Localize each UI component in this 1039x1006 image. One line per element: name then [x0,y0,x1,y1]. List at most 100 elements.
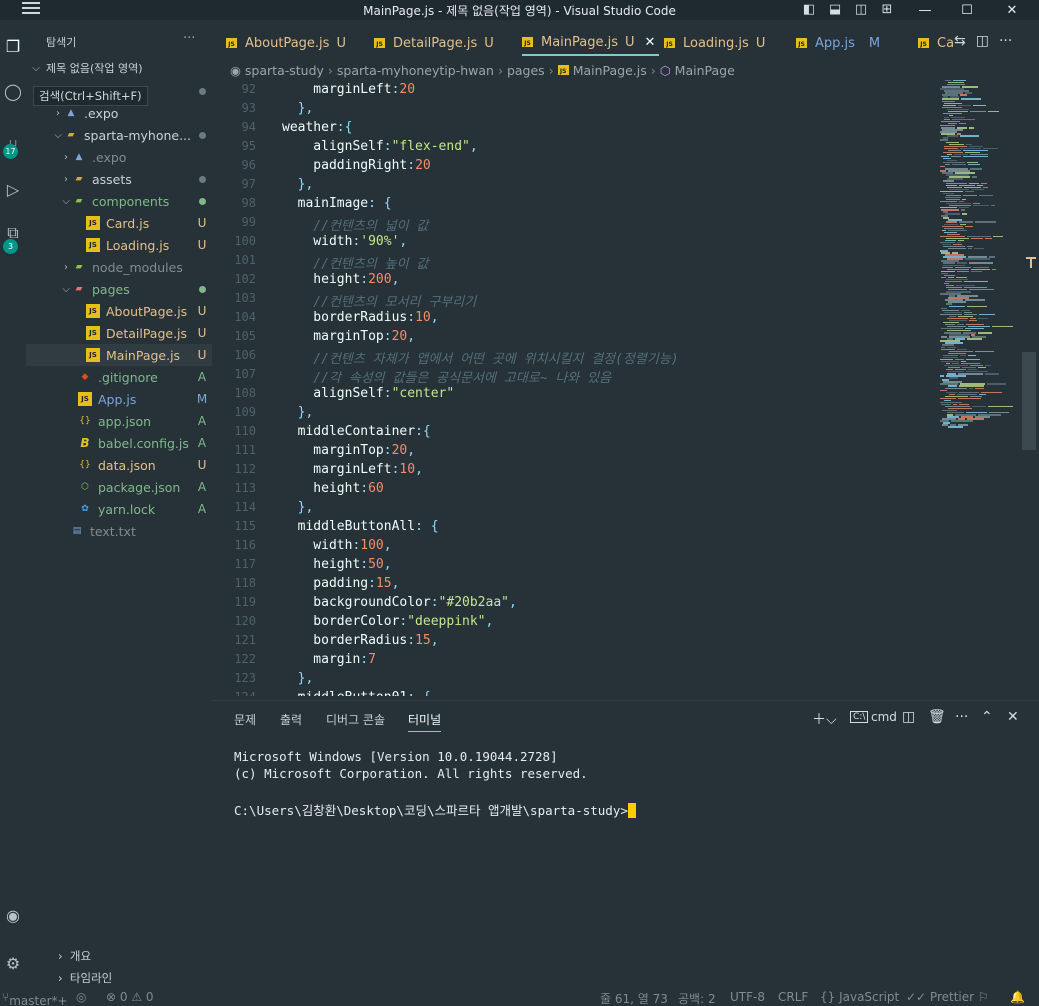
code-line[interactable]: 94 weather:{ [212,120,938,139]
code-line[interactable]: 108 alignSelf:"center" [212,386,938,405]
tree-item-package-json[interactable]: ⬡ package.json A [26,476,212,498]
code-line[interactable]: 115 middleButtonAll: { [212,519,938,538]
terminal-shell-label[interactable]: cmd [871,710,897,724]
new-terminal-icon[interactable]: ＋⌵ [812,709,837,729]
tree-item-text-txt[interactable]: ▤ text.txt [26,520,212,542]
maximize-panel-icon[interactable]: ⌃ [981,709,993,725]
code-line[interactable]: 113 height:60 [212,481,938,500]
tab-debug-console[interactable]: 디버그 콘솔 [326,711,385,728]
breadcrumb-item[interactable]: pages [507,63,545,78]
code-editor[interactable]: 92 marginLeft:20 93 }, 94 weather:{95 align… [212,80,938,696]
minimize-button[interactable]: — [910,0,940,20]
code-line[interactable]: 109 }, [212,405,938,424]
branch-status[interactable]: ⑂ master*+ [2,990,68,1006]
code-line[interactable]: 120 borderColor:"deeppink", [212,614,938,633]
code-line[interactable]: 118 padding:15, [212,576,938,595]
tree-item-expo-nested[interactable]: › ▲ .expo [26,146,212,168]
tree-item-aboutpage-js[interactable]: JS AboutPage.js U [26,300,212,322]
close-window-button[interactable]: ✕ [997,0,1027,20]
tab-card[interactable]: JS Ca [918,30,954,56]
toggle-sidebar-icon[interactable]: ◧ [800,0,818,18]
tab-loading[interactable]: JS Loading.js U [664,30,765,56]
editor-scrollbar[interactable] [1022,352,1036,450]
code-line[interactable]: 111 marginTop:20, [212,443,938,462]
problems-status[interactable]: ⊗ 0 ⚠ 0 [106,990,154,1004]
code-line[interactable]: 92 marginLeft:20 [212,82,938,101]
tab-app[interactable]: JS App.js M [796,30,880,56]
code-line[interactable]: 104 borderRadius:10, [212,310,938,329]
tree-item-mainpage-js[interactable]: JS MainPage.js U [26,344,212,366]
tab-detailpage[interactable]: JS DetailPage.js U [374,30,494,56]
tree-item-app-js[interactable]: JS App.js M [26,388,212,410]
toggle-secondary-sidebar-icon[interactable]: ◫ [852,0,870,18]
code-line[interactable]: 112 marginLeft:10, [212,462,938,481]
terminal-prompt[interactable]: C:\Users\김창환\Desktop\코딩\스파르타 앱개발\sparta-… [234,800,636,819]
compare-icon[interactable]: ⇆ [954,33,966,49]
code-line[interactable]: 96 paddingRight:20 [212,158,938,177]
code-line[interactable]: 105 marginTop:20, [212,329,938,348]
tree-item-pages[interactable]: ⌵ ▰ pages [26,278,212,300]
trash-icon[interactable]: 🗑 [928,709,946,725]
prettier-status[interactable]: ✓✓ Prettier [906,990,974,1004]
code-line[interactable]: 95 alignSelf:"flex-end", [212,139,938,158]
code-line[interactable]: 124 middleButton01: { [212,690,938,696]
language-status[interactable]: {} JavaScript [820,990,899,1004]
code-line[interactable]: 122 margin:7 [212,652,938,671]
notifications-icon[interactable]: 🔔 [1010,990,1025,1004]
tab-aboutpage[interactable]: JS AboutPage.js U [226,30,346,56]
split-terminal-icon[interactable]: ◫ [902,709,915,725]
more-actions-icon[interactable]: ··· [955,709,968,725]
code-line[interactable]: 102 height:200, [212,272,938,291]
code-line[interactable]: 116 width:100, [212,538,938,557]
breadcrumb-item[interactable]: sparta-myhoneytip-hwan [337,63,494,78]
code-line[interactable]: 99 //컨텐츠의 넓이 값 [212,215,938,234]
breadcrumb-item[interactable]: sparta-study [245,63,324,78]
breadcrumb-item[interactable]: MainPage.js [573,63,647,78]
minimap[interactable] [938,80,1024,430]
tab-mainpage[interactable]: JS MainPage.js U ✕ [522,30,660,56]
indentation-status[interactable]: 공백: 2 [678,990,716,1006]
code-line[interactable]: 101 //컨텐츠의 높이 값 [212,253,938,272]
tree-item-node-modules[interactable]: › ▰ node_modules [26,256,212,278]
account-icon[interactable]: ◉ [0,902,26,928]
tab-problems[interactable]: 문제 [234,711,256,728]
code-line[interactable]: 106 //컨텐츠 자체가 앱에서 어떤 곳에 위치시킬지 결정(정렬기능) [212,348,938,367]
code-line[interactable]: 103 //컨텐츠의 모서리 구부리기 [212,291,938,310]
tree-item-babel-config[interactable]: B babel.config.js A [26,432,212,454]
customize-layout-icon[interactable]: ⊞ [878,0,896,18]
sync-icon[interactable]: ◎ [76,990,86,1004]
code-line[interactable]: 110 middleContainer:{ [212,424,938,443]
tree-item-sparta-myhoneytip[interactable]: ⌵ ▰ sparta-myhone... [26,124,212,146]
encoding-status[interactable]: UTF-8 [730,990,765,1004]
code-line[interactable]: 117 height:50, [212,557,938,576]
run-debug-icon[interactable]: ▷ [0,176,26,202]
tree-item-loading-js[interactable]: JS Loading.js U [26,234,212,256]
tree-item-assets[interactable]: › ▰ assets [26,168,212,190]
breadcrumb-item[interactable]: MainPage [675,63,735,78]
more-actions-icon[interactable]: ··· [999,33,1012,49]
feedback-icon[interactable]: ⚐ [978,990,989,1004]
tree-item-detailpage-js[interactable]: JS DetailPage.js U [26,322,212,344]
tree-item-card-js[interactable]: JS Card.js U [26,212,212,234]
explorer-icon[interactable]: ❐ [0,33,26,59]
tab-output[interactable]: 출력 [280,711,302,728]
code-line[interactable]: 123 }, [212,671,938,690]
close-panel-icon[interactable]: ✕ [1007,709,1019,725]
tab-terminal[interactable]: 터미널 [408,711,442,732]
timeline-section[interactable]: › 타임라인 [58,970,112,986]
tree-item-app-json[interactable]: {} app.json A [26,410,212,432]
code-line[interactable]: 97 }, [212,177,938,196]
close-tab-icon[interactable]: ✕ [645,35,656,50]
tree-item-gitignore[interactable]: ◆ .gitignore A [26,366,212,388]
code-line[interactable]: 100 width:'90%', [212,234,938,253]
maximize-button[interactable]: ☐ [952,0,982,20]
code-line[interactable]: 107 //각 속성의 값들은 공식문서에 고대로~ 나와 있음 [212,367,938,386]
tree-item-components[interactable]: ⌵ ▰ components [26,190,212,212]
code-line[interactable]: 121 borderRadius:15, [212,633,938,652]
split-editor-icon[interactable]: ◫ [976,33,989,49]
more-actions-icon[interactable]: ··· [183,31,195,46]
tree-item-yarn-lock[interactable]: ✿ yarn.lock A [26,498,212,520]
eol-status[interactable]: CRLF [778,990,808,1004]
code-line[interactable]: 119 backgroundColor:"#20b2aa", [212,595,938,614]
code-line[interactable]: 93 }, [212,101,938,120]
